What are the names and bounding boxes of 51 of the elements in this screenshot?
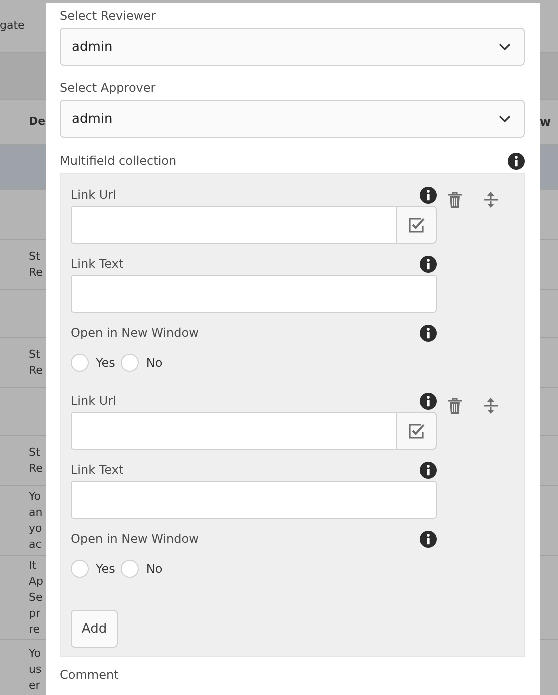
column-header: De — [29, 114, 46, 130]
table-cell-text: Yo an yo ac — [29, 488, 44, 552]
field-label: Comment — [60, 668, 120, 682]
info-icon — [420, 324, 437, 342]
radio-label: Yes — [96, 562, 116, 576]
info-icon — [420, 256, 437, 272]
radio-button[interactable] — [71, 354, 89, 372]
path-picker-button[interactable] — [397, 206, 437, 244]
radio-button[interactable] — [71, 560, 89, 578]
chevron-down-icon — [499, 115, 511, 123]
field-label: Open in New Window — [71, 326, 199, 340]
info-icon — [420, 462, 437, 478]
info-icon — [508, 152, 525, 170]
info-icon — [420, 530, 437, 548]
radio-button[interactable] — [121, 354, 140, 372]
column-header: w — [540, 115, 552, 129]
table-cell-text: St Re — [29, 248, 44, 280]
radio-button[interactable] — [121, 560, 140, 578]
reorder-icon[interactable] — [483, 191, 499, 209]
add-button[interactable]: Add — [71, 610, 118, 648]
input-field[interactable] — [71, 412, 397, 450]
field-label: Link Url — [71, 188, 116, 202]
field-label: Select Reviewer — [60, 8, 157, 25]
input-field[interactable] — [71, 275, 437, 313]
page-title: gate — [0, 18, 26, 34]
table-cell-text: Yo us er — [29, 646, 43, 694]
trash-icon[interactable] — [447, 397, 463, 415]
table-cell-text: St Re — [29, 346, 44, 378]
field-label: Select Approver — [60, 80, 157, 97]
checkbox-icon — [408, 423, 424, 439]
radio-label: No — [146, 562, 163, 576]
info-icon — [420, 392, 437, 410]
select-dropdown[interactable]: admin — [60, 28, 525, 66]
field-label: Link Text — [71, 463, 124, 477]
field-label: Multifield collection — [60, 154, 177, 168]
input-field[interactable] — [71, 481, 437, 519]
info-icon — [420, 186, 437, 204]
trash-icon[interactable] — [447, 191, 463, 209]
field-label: Link Text — [71, 257, 124, 271]
radio-label: Yes — [96, 356, 116, 370]
table-cell-text: It Ap Se pr re — [29, 558, 45, 638]
path-picker-button[interactable] — [397, 412, 437, 450]
field-label: Link Url — [71, 394, 116, 408]
table-cell-text: St Re — [29, 444, 44, 476]
select-dropdown[interactable]: admin — [60, 100, 525, 138]
chevron-down-icon — [499, 43, 511, 51]
radio-label: No — [146, 356, 163, 370]
checkbox-icon — [408, 217, 424, 233]
field-label: Open in New Window — [71, 532, 199, 546]
reorder-icon[interactable] — [483, 397, 499, 415]
input-field[interactable] — [71, 206, 397, 244]
